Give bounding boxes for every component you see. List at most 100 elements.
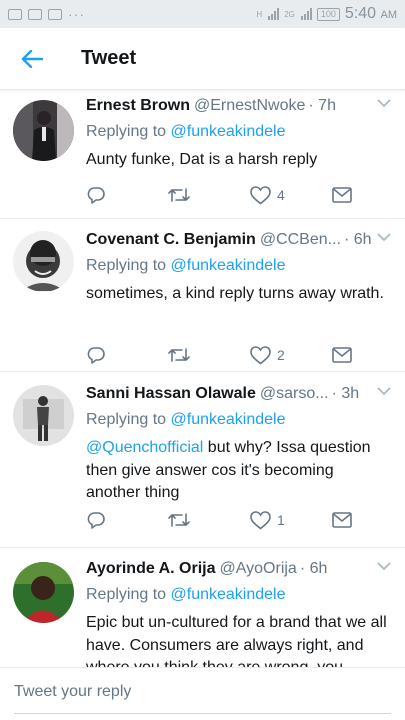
avatar[interactable]: [13, 385, 74, 446]
share-button[interactable]: [332, 512, 352, 528]
retweet-icon: [168, 348, 190, 362]
signal-icon-2: [300, 8, 312, 20]
avatar-image: [13, 385, 74, 446]
text-mention-link[interactable]: @Quenchofficial: [86, 439, 203, 456]
tweet-time: · 6h: [343, 231, 372, 248]
message-notification-icon: [28, 8, 42, 20]
reply-button[interactable]: [86, 345, 168, 365]
tweet-text: Aunty funke, Dat is a harsh reply: [86, 149, 391, 172]
network-type-b: 2G: [284, 9, 295, 19]
page-title: Tweet: [81, 47, 137, 69]
avatar[interactable]: [13, 100, 74, 161]
author-handle[interactable]: @sarso...: [260, 385, 329, 403]
status-bar: ··· H 2G 100 5:40 AM: [0, 0, 405, 28]
retweet-button[interactable]: [168, 511, 250, 529]
reply-button[interactable]: [86, 185, 168, 205]
replying-to: Replying to @funkeakindele: [86, 257, 391, 279]
tweet-time: · 3h: [331, 385, 360, 402]
like-count: 2: [277, 347, 285, 363]
replying-to: Replying to @funkeakindele: [86, 123, 391, 145]
tweet-actions: 2: [86, 344, 366, 366]
author-name[interactable]: Sanni Hassan Olawale: [86, 385, 256, 403]
replying-to-link[interactable]: @funkeakindele: [171, 123, 286, 140]
image-notification-icon: [8, 8, 22, 20]
clock-ampm: AM: [380, 9, 398, 21]
replying-to: Replying to @funkeakindele: [86, 586, 391, 608]
author-handle[interactable]: @ErnestNwoke: [194, 97, 305, 115]
reply-icon: [87, 512, 105, 529]
network-type-a: H: [256, 9, 263, 19]
avatar-image: [13, 562, 74, 623]
reply-list[interactable]: Ernest Brown @ErnestNwoke · 7h Replying …: [0, 91, 405, 667]
tweet-actions: 1: [86, 509, 366, 531]
tweet-text: Epic but un-cultured for a brand that we…: [86, 612, 391, 667]
input-underline: [14, 713, 391, 714]
tweet-item[interactable]: Covenant C. Benjamin @CCBen... · 6h Repl…: [0, 219, 405, 372]
like-button[interactable]: 1: [250, 510, 332, 530]
replying-to-link[interactable]: @funkeakindele: [171, 257, 286, 274]
tweet-actions: 4: [86, 184, 366, 206]
like-count: 4: [277, 187, 285, 203]
replying-prefix: Replying to: [86, 257, 167, 274]
heart-icon: [250, 345, 271, 365]
app-header: Tweet: [0, 28, 405, 90]
retweet-button[interactable]: [168, 186, 250, 204]
retweet-icon: [168, 188, 190, 202]
reply-icon: [87, 187, 105, 204]
reply-composer: [0, 667, 405, 720]
gallery-notification-icon: [48, 8, 62, 20]
author-handle[interactable]: @CCBen...: [260, 231, 341, 249]
tweet-time: · 7h: [308, 97, 336, 114]
heart-icon: [250, 510, 271, 530]
share-button[interactable]: [332, 347, 352, 363]
notification-icons: ···: [8, 6, 85, 22]
tweet-body-text: Epic but un-cultured for a brand that we…: [86, 614, 387, 667]
like-button[interactable]: 4: [250, 185, 332, 205]
retweet-button[interactable]: [168, 346, 250, 364]
more-notifications-icon: ···: [68, 6, 85, 22]
avatar[interactable]: [13, 231, 74, 292]
tweet-item[interactable]: Ayorinde A. Orija @AyoOrija · 6h Replyin…: [0, 548, 405, 667]
tweet-text: sometimes, a kind reply turns away wrath…: [86, 283, 391, 306]
replying-prefix: Replying to: [86, 123, 167, 140]
tweet-body-text: sometimes, a kind reply turns away wrath…: [86, 285, 384, 302]
envelope-icon: [332, 187, 352, 203]
like-button[interactable]: 2: [250, 345, 332, 365]
replying-to-link[interactable]: @funkeakindele: [171, 411, 286, 428]
avatar-image: [13, 231, 74, 292]
back-button[interactable]: [0, 28, 64, 90]
tweet-text: @Quenchofficial but why? Issa question t…: [86, 437, 391, 505]
retweet-icon: [168, 513, 190, 527]
author-name[interactable]: Covenant C. Benjamin: [86, 231, 256, 249]
replying-prefix: Replying to: [86, 411, 167, 428]
tweet-item[interactable]: Ernest Brown @ErnestNwoke · 7h Replying …: [0, 91, 405, 219]
like-count: 1: [277, 512, 285, 528]
avatar-image: [13, 100, 74, 161]
chevron-down-icon[interactable]: [377, 562, 391, 571]
signal-icon: [268, 8, 280, 20]
heart-icon: [250, 185, 271, 205]
author-name[interactable]: Ernest Brown: [86, 97, 190, 115]
tweet-time: · 6h: [299, 560, 328, 577]
replying-to: Replying to @funkeakindele: [86, 411, 391, 433]
replying-to-link[interactable]: @funkeakindele: [171, 586, 286, 603]
tweet-body-text: Aunty funke, Dat is a harsh reply: [86, 151, 318, 168]
replying-prefix: Replying to: [86, 586, 167, 603]
chevron-down-icon[interactable]: [377, 99, 391, 108]
reply-icon: [87, 347, 105, 364]
reply-input[interactable]: [14, 683, 389, 701]
author-name[interactable]: Ayorinde A. Orija: [86, 560, 216, 578]
author-handle[interactable]: @AyoOrija: [220, 560, 297, 578]
clock-time: 5:40: [344, 5, 377, 22]
reply-button[interactable]: [86, 510, 168, 530]
share-button[interactable]: [332, 187, 352, 203]
status-clock: 5:40 AM: [345, 5, 397, 23]
battery-icon: 100: [316, 7, 340, 21]
envelope-icon: [332, 512, 352, 528]
chevron-down-icon[interactable]: [377, 387, 391, 396]
arrow-left-icon: [21, 49, 43, 68]
envelope-icon: [332, 347, 352, 363]
tweet-item[interactable]: Sanni Hassan Olawale @sarso... · 3h Repl…: [0, 372, 405, 548]
avatar[interactable]: [13, 562, 74, 623]
chevron-down-icon[interactable]: [377, 233, 391, 242]
